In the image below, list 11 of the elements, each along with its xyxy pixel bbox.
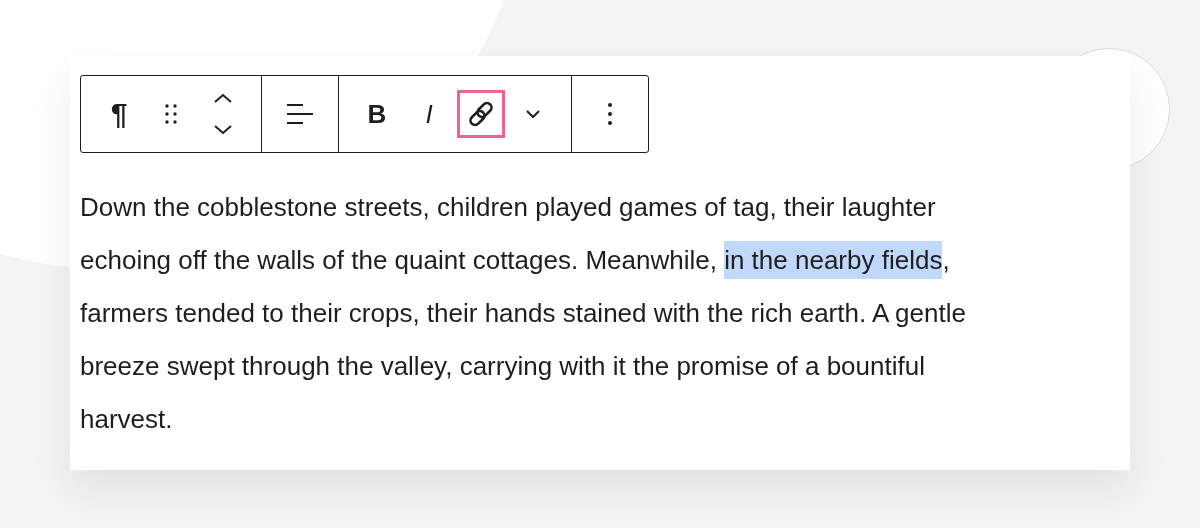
link-icon [467, 100, 495, 128]
italic-button[interactable]: I [405, 90, 453, 138]
more-vertical-icon [607, 102, 613, 126]
chevron-down-icon [525, 109, 541, 119]
chevron-up-down-icon [212, 92, 234, 136]
drag-handle-icon [163, 103, 179, 125]
link-button[interactable] [457, 90, 505, 138]
align-left-icon [286, 103, 314, 125]
paragraph-button[interactable]: ¶ [95, 90, 143, 138]
bold-button[interactable]: B [353, 90, 401, 138]
paragraph-text: Down the cobblestone streets, children played games of tag, their laughter echoing off the walls of the quaint cottages. Meanwhile, in the nearby fields, farmers tended to their crops, their hands stained with the rich earth. A gentle breeze swept through the valley, carrying with it the promise of a bountiful harvest. [80, 191, 967, 436]
